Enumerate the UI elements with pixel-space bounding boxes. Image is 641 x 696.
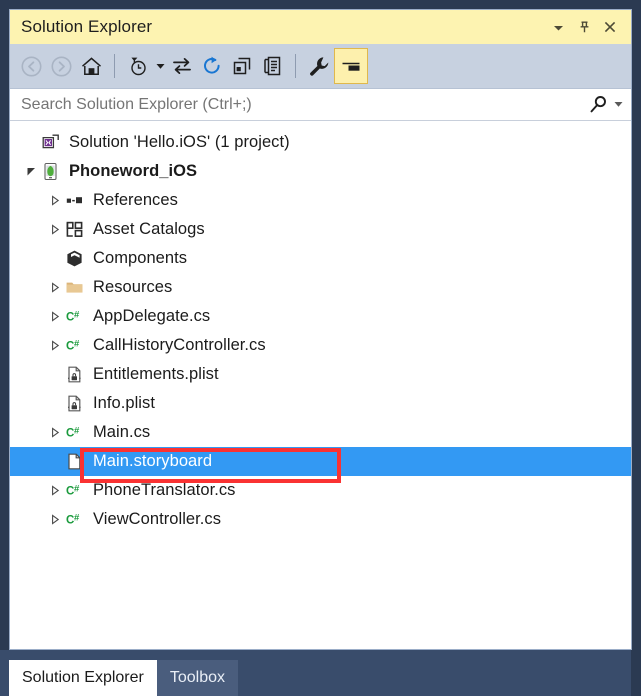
forward-button[interactable]	[46, 50, 76, 82]
tree-row-resources[interactable]: Resources	[10, 273, 631, 302]
pin-icon[interactable]	[571, 14, 597, 40]
tree-label: PhoneTranslator.cs	[93, 481, 236, 499]
expander-collapsed-icon[interactable]	[48, 331, 62, 360]
csharp-file-icon: C #	[62, 505, 86, 534]
expander-collapsed-icon[interactable]	[48, 273, 62, 302]
toolbar-separator-2	[295, 54, 296, 78]
home-button[interactable]	[76, 50, 106, 82]
expander-collapsed-icon[interactable]	[48, 215, 62, 244]
tool-window-tabstrip: Solution Explorer Toolbox	[0, 650, 641, 696]
svg-text:#: #	[74, 339, 80, 350]
svg-text:#: #	[74, 310, 80, 321]
tool-window-titlebar: Solution Explorer	[10, 10, 631, 44]
preview-selected-items-button[interactable]	[334, 48, 368, 84]
toolbar-separator-1	[114, 54, 115, 78]
tree-row-entitlements-plist[interactable]: Entitlements.plist	[10, 360, 631, 389]
asset-catalog-icon	[62, 215, 86, 244]
expander-collapsed-icon[interactable]	[48, 186, 62, 215]
tree-label: Asset Catalogs	[93, 220, 205, 238]
solution-tree[interactable]: Solution 'Hello.iOS' (1 project) Phonewo…	[10, 121, 631, 649]
csharp-file-icon: C #	[62, 476, 86, 505]
tree-label: Components	[93, 249, 188, 267]
expander-placeholder	[48, 389, 62, 418]
chevron-down-icon[interactable]	[545, 14, 571, 40]
solution-icon	[38, 128, 62, 157]
svg-text:#: #	[74, 484, 80, 495]
show-all-files-button[interactable]	[257, 50, 287, 82]
tab-solution-explorer[interactable]: Solution Explorer	[9, 660, 157, 696]
tree-row-solution[interactable]: Solution 'Hello.iOS' (1 project)	[10, 128, 631, 157]
tree-row-asset-catalogs[interactable]: Asset Catalogs	[10, 215, 631, 244]
screenshot-root: Solution Explorer Search Solution Explor…	[0, 0, 641, 696]
tree-label: ViewController.cs	[93, 510, 222, 528]
tree-row-callhistorycontroller-cs[interactable]: C # CallHistoryController.cs	[10, 331, 631, 360]
solution-explorer-window: Solution Explorer Search Solution Explor…	[9, 9, 632, 650]
tree-label: Phoneword_iOS	[69, 162, 198, 180]
csharp-file-icon: C #	[62, 418, 86, 447]
tree-row-project[interactable]: Phoneword_iOS	[10, 157, 631, 186]
tree-label: Info.plist	[93, 394, 155, 412]
expander-collapsed-icon[interactable]	[48, 302, 62, 331]
search-dropdown-icon[interactable]	[610, 100, 625, 110]
plist-file-icon	[62, 389, 86, 418]
tabstrip-right-filler	[631, 650, 641, 696]
expander-collapsed-icon[interactable]	[48, 505, 62, 534]
csharp-file-icon: C #	[62, 331, 86, 360]
search-input[interactable]	[21, 95, 589, 114]
expander-placeholder	[48, 360, 62, 389]
components-icon	[62, 244, 86, 273]
tree-label: Resources	[93, 278, 173, 296]
solution-explorer-toolbar	[10, 44, 631, 89]
tree-label: Solution 'Hello.iOS' (1 project)	[69, 133, 290, 151]
pending-changes-button[interactable]	[123, 50, 153, 82]
expander-collapsed-icon[interactable]	[48, 476, 62, 505]
tab-label: Solution Explorer	[22, 669, 144, 686]
tree-row-phonetranslator-cs[interactable]: C # PhoneTranslator.cs	[10, 476, 631, 505]
search-bar	[10, 89, 631, 121]
plist-file-icon	[62, 360, 86, 389]
ios-project-icon	[38, 157, 62, 186]
tab-label: Toolbox	[169, 669, 225, 686]
tree-label: Entitlements.plist	[93, 365, 219, 383]
refresh-button[interactable]	[197, 50, 227, 82]
search-icon[interactable]	[589, 95, 610, 114]
tree-label: AppDelegate.cs	[93, 307, 211, 325]
collapse-all-button[interactable]	[227, 50, 257, 82]
tree-label: References	[93, 191, 178, 209]
folder-icon	[62, 273, 86, 302]
properties-button[interactable]	[304, 50, 334, 82]
back-button[interactable]	[16, 50, 46, 82]
expander-expanded-icon[interactable]	[24, 157, 38, 186]
references-icon	[62, 186, 86, 215]
tool-window-title: Solution Explorer	[21, 17, 153, 36]
sync-with-active-document-button[interactable]	[167, 50, 197, 82]
tree-row-components[interactable]: Components	[10, 244, 631, 273]
svg-text:#: #	[74, 426, 80, 437]
tree-label: Main.storyboard	[93, 452, 213, 470]
tree-label: CallHistoryController.cs	[93, 336, 266, 354]
expander-placeholder	[48, 447, 62, 476]
tab-toolbox[interactable]: Toolbox	[156, 660, 238, 696]
tree-row-appdelegate-cs[interactable]: C # AppDelegate.cs	[10, 302, 631, 331]
expander-collapsed-icon[interactable]	[48, 418, 62, 447]
csharp-file-icon: C #	[62, 302, 86, 331]
document-icon	[62, 447, 86, 476]
tree-row-viewcontroller-cs[interactable]: C # ViewController.cs	[10, 505, 631, 534]
tree-label: Main.cs	[93, 423, 151, 441]
pending-changes-dropdown-icon[interactable]	[153, 50, 167, 82]
svg-text:#: #	[74, 513, 80, 524]
tree-row-references[interactable]: References	[10, 186, 631, 215]
expander-placeholder	[48, 244, 62, 273]
tree-row-main-cs[interactable]: C # Main.cs	[10, 418, 631, 447]
expander-placeholder	[24, 128, 38, 157]
tree-row-info-plist[interactable]: Info.plist	[10, 389, 631, 418]
tree-row-main-storyboard[interactable]: Main.storyboard	[10, 447, 631, 476]
close-icon[interactable]	[597, 14, 623, 40]
